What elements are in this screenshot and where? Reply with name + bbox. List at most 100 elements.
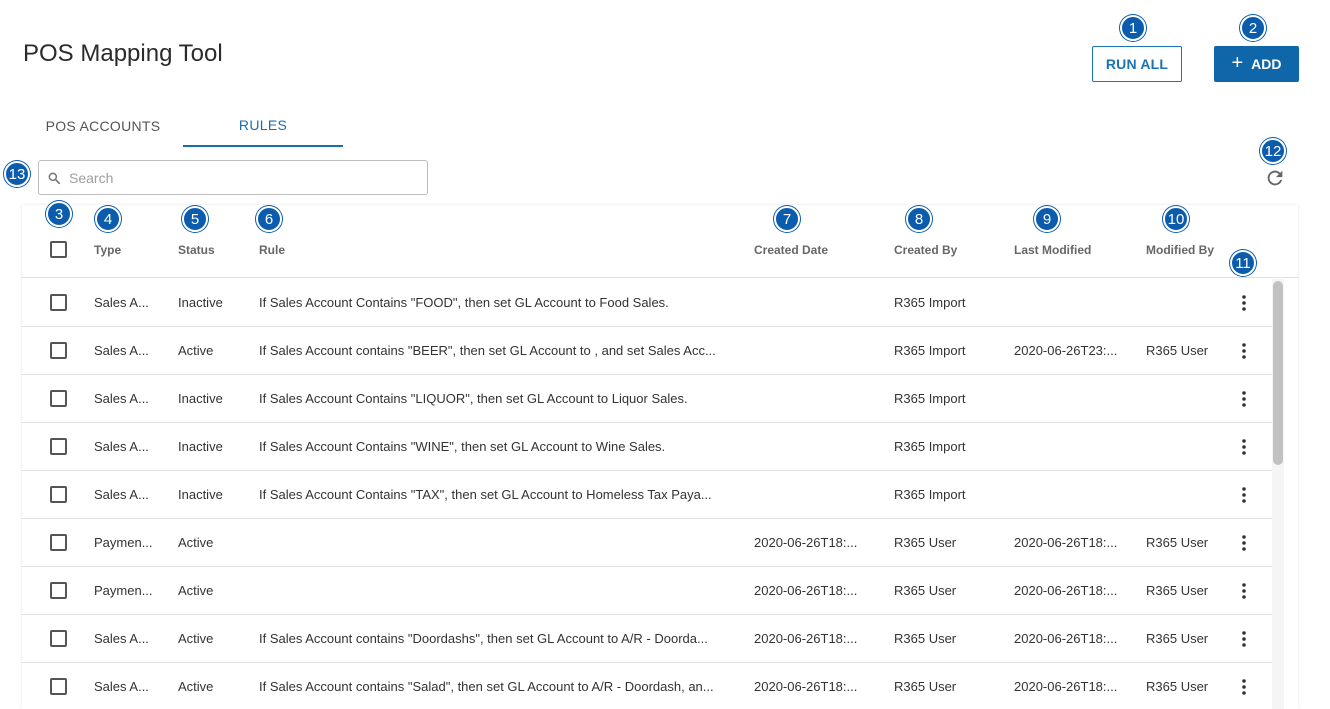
cell-rule: If Sales Account Contains "LIQUOR", then… (259, 391, 688, 406)
add-button[interactable]: + ADD (1214, 46, 1299, 82)
callout-badge: 13 (4, 161, 30, 187)
callout-badge: 12 (1260, 138, 1286, 164)
cell-last-modified (1014, 471, 1139, 518)
column-header-status[interactable]: Status (178, 243, 215, 257)
table-row[interactable]: Sales A... Active If Sales Account contain… (22, 327, 1272, 375)
table-header: Type Status Rule Created Date Created By… (22, 205, 1298, 278)
cell-created-by: R365 Import (894, 487, 966, 502)
more-vert-icon[interactable] (1234, 279, 1254, 326)
callout-badge: 5 (182, 206, 208, 232)
callout-badge: 3 (46, 201, 72, 227)
cell-type: Sales A... (94, 487, 149, 502)
cell-rule (259, 567, 739, 614)
row-checkbox[interactable] (50, 630, 67, 647)
cell-status: Active (178, 679, 214, 694)
row-checkbox[interactable] (50, 390, 67, 407)
callout-badge: 10 (1163, 206, 1189, 232)
run-all-button[interactable]: RUN ALL (1092, 46, 1182, 82)
row-checkbox[interactable] (50, 486, 67, 503)
cell-type: Sales A... (94, 679, 149, 694)
row-checkbox[interactable] (50, 294, 67, 311)
cell-type: Paymen... (94, 583, 153, 598)
run-all-label: RUN ALL (1105, 56, 1169, 72)
cell-rule: If Sales Account Contains "FOOD", then s… (259, 295, 669, 310)
row-checkbox[interactable] (50, 582, 67, 599)
cell-modified-by (1146, 471, 1226, 518)
cell-created-by: R365 Import (894, 391, 966, 406)
scrollbar-thumb[interactable] (1273, 281, 1283, 465)
cell-last-modified: 2020-06-26T23:... (1014, 343, 1118, 358)
cell-created-date (754, 471, 884, 518)
cell-created-by: R365 User (894, 583, 957, 598)
cell-modified-by: R365 User (1146, 343, 1209, 358)
cell-type: Sales A... (94, 391, 149, 406)
cell-status: Inactive (178, 487, 223, 502)
tab-pos-accounts[interactable]: POS ACCOUNTS (23, 105, 183, 147)
more-vert-icon[interactable] (1234, 375, 1254, 422)
cell-modified-by (1146, 423, 1226, 470)
callout-badge: 6 (256, 206, 282, 232)
table-row[interactable]: Sales A... Inactive If Sales Account Conta… (22, 375, 1272, 423)
cell-type: Sales A... (94, 439, 149, 454)
cell-last-modified (1014, 375, 1139, 422)
cell-created-by: R365 Import (894, 439, 966, 454)
cell-rule: If Sales Account contains "Salad", then … (259, 679, 714, 694)
table-scrollbar[interactable] (1272, 279, 1284, 709)
column-header-type[interactable]: Type (94, 243, 121, 257)
cell-modified-by (1146, 279, 1226, 326)
cell-type: Sales A... (94, 343, 149, 358)
callout-badge: 4 (95, 206, 121, 232)
select-all-checkbox[interactable] (50, 241, 67, 258)
column-header-last-modified[interactable]: Last Modified (1014, 243, 1091, 257)
table-row[interactable]: Paymen... Active 2020-06-26T18:... R365 Use… (22, 567, 1272, 615)
row-checkbox[interactable] (50, 534, 67, 551)
cell-last-modified: 2020-06-26T18:... (1014, 583, 1118, 598)
cell-created-date (754, 375, 884, 422)
cell-modified-by: R365 User (1146, 679, 1209, 694)
callout-badge: 11 (1230, 250, 1256, 276)
cell-modified-by: R365 User (1146, 631, 1209, 646)
row-checkbox[interactable] (50, 678, 67, 695)
cell-status: Inactive (178, 439, 223, 454)
table-row[interactable]: Sales A... Active If Sales Account contain… (22, 615, 1272, 663)
row-checkbox[interactable] (50, 342, 67, 359)
more-vert-icon[interactable] (1234, 423, 1254, 470)
more-vert-icon[interactable] (1234, 567, 1254, 614)
cell-last-modified: 2020-06-26T18:... (1014, 679, 1118, 694)
table-row[interactable]: Sales A... Inactive If Sales Account Conta… (22, 423, 1272, 471)
add-label: ADD (1251, 56, 1282, 72)
cell-modified-by: R365 User (1146, 535, 1209, 550)
cell-created-by: R365 Import (894, 295, 966, 310)
column-header-created-by[interactable]: Created By (894, 243, 957, 257)
cell-rule: If Sales Account Contains "WINE", then s… (259, 439, 666, 454)
column-header-modified-by[interactable]: Modified By (1146, 243, 1214, 257)
cell-status: Active (178, 343, 214, 358)
cell-type: Sales A... (94, 631, 149, 646)
more-vert-icon[interactable] (1234, 327, 1254, 374)
more-vert-icon[interactable] (1234, 471, 1254, 518)
cell-rule (259, 519, 739, 566)
table-row[interactable]: Sales A... Inactive If Sales Account Conta… (22, 471, 1272, 519)
table-row[interactable]: Sales A... Active If Sales Account contain… (22, 663, 1272, 709)
cell-status: Inactive (178, 391, 223, 406)
callout-badge: 1 (1120, 15, 1146, 41)
cell-modified-by (1146, 375, 1226, 422)
cell-created-by: R365 User (894, 535, 957, 550)
search-field[interactable] (38, 160, 428, 195)
tab-rules[interactable]: RULES (183, 105, 343, 147)
more-vert-icon[interactable] (1234, 519, 1254, 566)
column-header-rule[interactable]: Rule (259, 243, 285, 257)
search-input[interactable] (69, 169, 409, 186)
more-vert-icon[interactable] (1234, 663, 1254, 709)
column-header-created-date[interactable]: Created Date (754, 243, 828, 257)
row-checkbox[interactable] (50, 438, 67, 455)
more-vert-icon[interactable] (1234, 615, 1254, 662)
refresh-icon[interactable] (1264, 167, 1286, 189)
cell-modified-by: R365 User (1146, 583, 1209, 598)
table-row[interactable]: Paymen... Active 2020-06-26T18:... R365 Use… (22, 519, 1272, 567)
table-row[interactable]: Sales A... Inactive If Sales Account Conta… (22, 279, 1272, 327)
cell-created-date (754, 327, 884, 374)
cell-status: Active (178, 583, 214, 598)
cell-created-date: 2020-06-26T18:... (754, 631, 858, 646)
cell-last-modified: 2020-06-26T18:... (1014, 631, 1118, 646)
